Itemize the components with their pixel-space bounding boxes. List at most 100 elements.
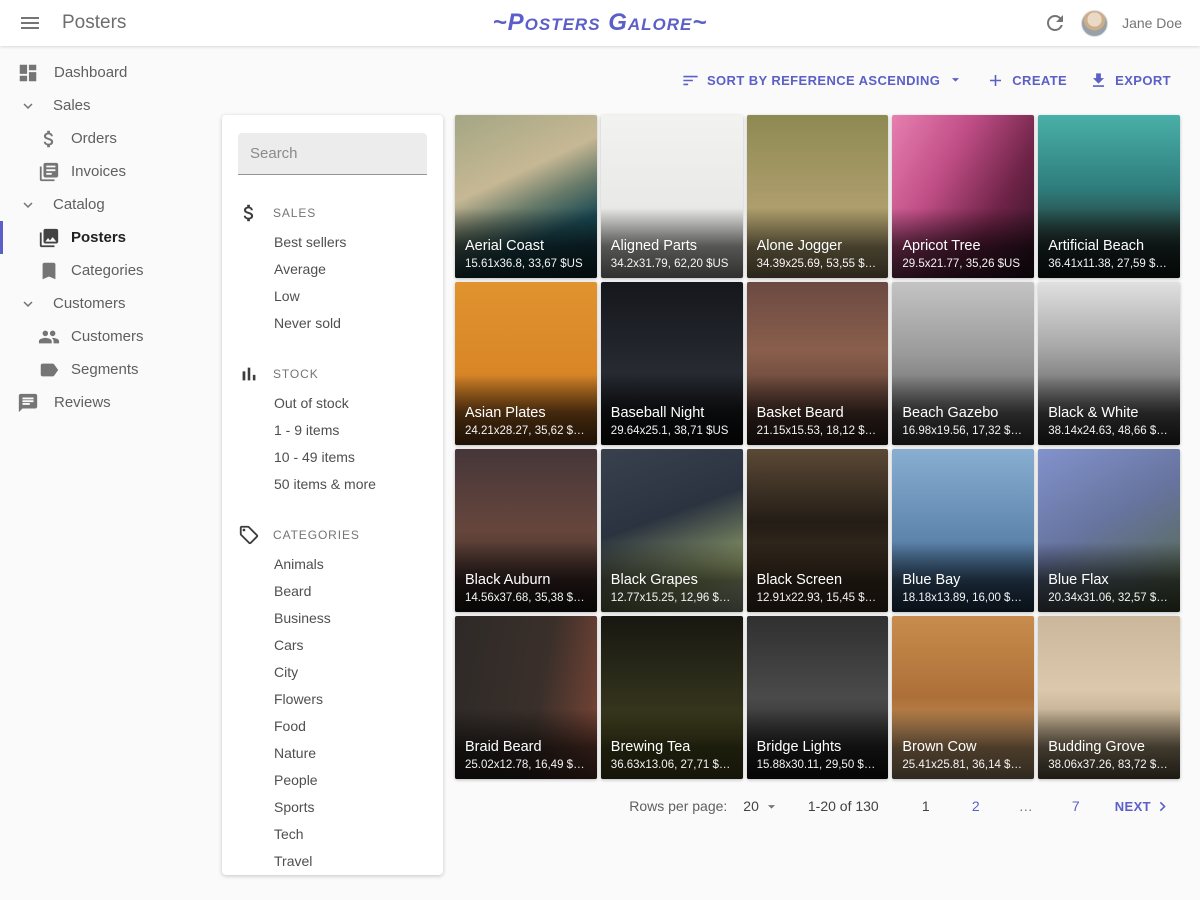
poster-card-black-auburn[interactable]: Black Auburn 14.56x37.68, 35,38 $US bbox=[455, 449, 597, 612]
sidebar-item-dashboard[interactable]: Dashboard bbox=[0, 56, 222, 89]
sidebar-item-invoices[interactable]: Invoices bbox=[0, 155, 222, 188]
poster-size-price: 34.39x25.69, 53,55 $US bbox=[757, 258, 879, 270]
app-logo: ~Posters Galore~ bbox=[493, 9, 708, 37]
poster-title: Asian Plates bbox=[465, 405, 587, 421]
rows-per-page-select[interactable]: 20 bbox=[743, 798, 780, 815]
page-title: Posters bbox=[62, 12, 126, 34]
chevron-down-icon bbox=[763, 798, 780, 815]
sidebar-item-catalog[interactable]: Catalog bbox=[0, 188, 222, 221]
filter-item-sports[interactable]: Sports bbox=[274, 793, 427, 820]
people-icon bbox=[38, 326, 60, 348]
filter-item-tech[interactable]: Tech bbox=[274, 820, 427, 847]
filter-section-header: Categories bbox=[238, 524, 427, 546]
sidebar-item-customers[interactable]: Customers bbox=[0, 320, 222, 353]
download-icon bbox=[1089, 71, 1108, 90]
poster-card-braid-beard[interactable]: Braid Beard 25.02x12.78, 16,49 $US bbox=[455, 616, 597, 779]
chevron-down-icon bbox=[19, 97, 37, 115]
poster-card-budding-grove[interactable]: Budding Grove 38.06x37.26, 83,72 $US bbox=[1038, 616, 1180, 779]
poster-title: Black Screen bbox=[757, 572, 879, 588]
poster-card-blue-bay[interactable]: Blue Bay 18.18x13.89, 16,00 $US bbox=[892, 449, 1034, 612]
poster-title: Black Auburn bbox=[465, 572, 587, 588]
filter-item-flowers[interactable]: Flowers bbox=[274, 685, 427, 712]
filter-item-10-49-items[interactable]: 10 - 49 items bbox=[274, 443, 427, 470]
hamburger-icon[interactable] bbox=[18, 11, 42, 35]
sidebar-item-customers[interactable]: Customers bbox=[0, 287, 222, 320]
filter-item-nature[interactable]: Nature bbox=[274, 739, 427, 766]
poster-card-black-screen[interactable]: Black Screen 12.91x22.93, 15,45 $US bbox=[747, 449, 889, 612]
filter-item-business[interactable]: Business bbox=[274, 604, 427, 631]
avatar[interactable] bbox=[1081, 10, 1108, 37]
poster-card-bridge-lights[interactable]: Bridge Lights 15.88x30.11, 29,50 $US bbox=[747, 616, 889, 779]
sidebar-item-orders[interactable]: Orders bbox=[0, 122, 222, 155]
list-toolbar: Sort by reference ascending Create Expor… bbox=[455, 46, 1180, 115]
poster-card-aerial-coast[interactable]: Aerial Coast 15.61x36.8, 33,67 $US bbox=[455, 115, 597, 278]
poster-card-beach-gazebo[interactable]: Beach Gazebo 16.98x19.56, 17,32 $US bbox=[892, 282, 1034, 445]
posters-icon bbox=[38, 227, 60, 249]
sidebar-item-segments[interactable]: Segments bbox=[0, 353, 222, 386]
dashboard-icon bbox=[17, 62, 39, 84]
poster-size-price: 25.02x12.78, 16,49 $US bbox=[465, 759, 587, 771]
filter-section-header: Sales bbox=[238, 202, 427, 224]
pagination: Rows per page: 20 1-20 of 130 12…7 NEXT bbox=[455, 779, 1180, 833]
page-button-2[interactable]: 2 bbox=[960, 792, 992, 820]
poster-card-apricot-tree[interactable]: Apricot Tree 29.5x21.77, 35,26 $US bbox=[892, 115, 1034, 278]
poster-card-aligned-parts[interactable]: Aligned Parts 34.2x31.79, 62,20 $US bbox=[601, 115, 743, 278]
tag-icon bbox=[238, 524, 260, 546]
poster-card-asian-plates[interactable]: Asian Plates 24.21x28.27, 35,62 $US bbox=[455, 282, 597, 445]
poster-card-baseball-night[interactable]: Baseball Night 29.64x25.1, 38,71 $US bbox=[601, 282, 743, 445]
search-input[interactable] bbox=[250, 145, 443, 162]
bar-chart-icon bbox=[238, 363, 260, 385]
filter-item-people[interactable]: People bbox=[274, 766, 427, 793]
filter-item-beard[interactable]: Beard bbox=[274, 577, 427, 604]
filter-item-animals[interactable]: Animals bbox=[274, 550, 427, 577]
poster-card-blue-flax[interactable]: Blue Flax 20.34x31.06, 32,57 $US bbox=[1038, 449, 1180, 612]
poster-size-price: 36.41x11.38, 27,59 $US bbox=[1048, 258, 1170, 270]
poster-card-alone-jogger[interactable]: Alone Jogger 34.39x25.69, 53,55 $US bbox=[747, 115, 889, 278]
filter-item-water[interactable]: Water bbox=[274, 874, 427, 875]
create-button[interactable]: Create bbox=[977, 65, 1076, 96]
filter-item-city[interactable]: City bbox=[274, 658, 427, 685]
filter-item-never-sold[interactable]: Never sold bbox=[274, 309, 427, 336]
filter-item-1-9-items[interactable]: 1 - 9 items bbox=[274, 416, 427, 443]
chevron-down-icon bbox=[947, 71, 964, 91]
sidebar-item-posters[interactable]: Posters bbox=[0, 221, 222, 254]
poster-card-artificial-beach[interactable]: Artificial Beach 36.41x11.38, 27,59 $US bbox=[1038, 115, 1180, 278]
next-page-button[interactable]: NEXT bbox=[1107, 791, 1180, 822]
app-bar: Posters ~Posters Galore~ Jane Doe bbox=[0, 0, 1200, 46]
page-button-1: 1 bbox=[910, 792, 942, 820]
user-name[interactable]: Jane Doe bbox=[1122, 15, 1182, 31]
poster-card-brown-cow[interactable]: Brown Cow 25.41x25.81, 36,14 $US bbox=[892, 616, 1034, 779]
poster-card-basket-beard[interactable]: Basket Beard 21.15x15.53, 18,12 $US bbox=[747, 282, 889, 445]
sidebar-item-categories[interactable]: Categories bbox=[0, 254, 222, 287]
sidebar-item-reviews[interactable]: Reviews bbox=[0, 386, 222, 419]
poster-card-brewing-tea[interactable]: Brewing Tea 36.63x13.06, 27,71 $US bbox=[601, 616, 743, 779]
poster-title: Beach Gazebo bbox=[902, 405, 1024, 421]
dollar-icon bbox=[238, 202, 260, 224]
poster-size-price: 20.34x31.06, 32,57 $US bbox=[1048, 592, 1170, 604]
poster-size-price: 34.2x31.79, 62,20 $US bbox=[611, 258, 733, 270]
filter-panel: Sales Best sellersAverageLowNever sold S… bbox=[222, 115, 443, 875]
filter-item-cars[interactable]: Cars bbox=[274, 631, 427, 658]
chevron-right-icon bbox=[1153, 797, 1172, 816]
poster-size-price: 38.06x37.26, 83,72 $US bbox=[1048, 759, 1170, 771]
poster-title: Braid Beard bbox=[465, 739, 587, 755]
poster-card-black-white[interactable]: Black & White 38.14x24.63, 48,66 $US bbox=[1038, 282, 1180, 445]
filter-item-best-sellers[interactable]: Best sellers bbox=[274, 228, 427, 255]
filter-item-low[interactable]: Low bbox=[274, 282, 427, 309]
filter-item-food[interactable]: Food bbox=[274, 712, 427, 739]
poster-size-price: 21.15x15.53, 18,12 $US bbox=[757, 425, 879, 437]
refresh-icon[interactable] bbox=[1043, 11, 1067, 35]
filter-item-average[interactable]: Average bbox=[274, 255, 427, 282]
page-button-7[interactable]: 7 bbox=[1060, 792, 1092, 820]
filter-item-50-items-more[interactable]: 50 items & more bbox=[274, 470, 427, 497]
sidebar-item-sales[interactable]: Sales bbox=[0, 89, 222, 122]
dollar-icon bbox=[38, 128, 60, 150]
filter-item-travel[interactable]: Travel bbox=[274, 847, 427, 874]
sort-button[interactable]: Sort by reference ascending bbox=[672, 65, 973, 97]
invoices-icon bbox=[38, 161, 60, 183]
poster-title: Aligned Parts bbox=[611, 238, 733, 254]
export-button[interactable]: Export bbox=[1080, 65, 1180, 96]
filter-item-out-of-stock[interactable]: Out of stock bbox=[274, 389, 427, 416]
poster-title: Aerial Coast bbox=[465, 238, 587, 254]
poster-card-black-grapes[interactable]: Black Grapes 12.77x15.25, 12,96 $US bbox=[601, 449, 743, 612]
